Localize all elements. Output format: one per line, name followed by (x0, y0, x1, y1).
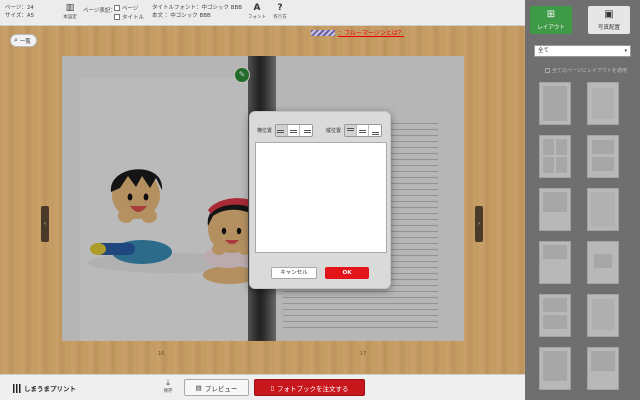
full-margin-note: ：フルーマージンとは？ (311, 28, 404, 37)
order-icon: ▯ (270, 383, 275, 392)
align-bottom-icon (371, 131, 379, 134)
save-icon: ⤓ (166, 378, 170, 387)
bottom-bar: しまうまプリント ⤓ 保存 ▤ プレビュー ▯ フォトブックを注文する (0, 374, 525, 400)
left-page-number: 16 (158, 351, 165, 357)
photo-icon: ▣ (604, 9, 614, 20)
layout-thumbnail[interactable] (587, 135, 619, 178)
align-right-button[interactable] (300, 125, 312, 136)
layout-thumbnail[interactable] (587, 82, 619, 125)
vertical-align-group (344, 124, 383, 137)
align-center-button[interactable] (288, 125, 301, 136)
save-button[interactable]: ⤓ 保存 (161, 378, 175, 394)
text-input-area[interactable] (255, 142, 387, 253)
align-right-icon (304, 129, 312, 132)
tab-photo-label: 写真配置 (597, 25, 620, 31)
book-settings-button[interactable]: ▥ 本設定 (59, 3, 81, 23)
search-back-icon: ⌕ (14, 36, 18, 44)
question-icon: ? (277, 3, 283, 13)
align-middle-button[interactable] (357, 125, 370, 136)
book-settings-label: 本設定 (63, 15, 77, 20)
preview-icon: ▤ (195, 383, 202, 392)
prev-page-button[interactable]: ‹ (41, 206, 49, 242)
layout-thumbnail[interactable] (539, 188, 571, 231)
checkbox-box[interactable] (114, 14, 120, 20)
layout-thumbnail[interactable] (539, 294, 571, 337)
font-icon: A (253, 3, 261, 13)
preview-label: プレビュー (204, 384, 238, 393)
book-size: サイズ：A5 (5, 13, 35, 19)
align-bottom-button[interactable] (369, 125, 381, 136)
order-label: フォトブックを注文する (277, 384, 349, 393)
cancel-button[interactable]: キャンセル (271, 267, 317, 279)
back-to-list-label: 一覧 (19, 38, 31, 45)
layout-thumbnail[interactable] (539, 241, 571, 284)
help-button[interactable]: ? 作り方 (269, 3, 291, 23)
help-button-label: 作り方 (273, 15, 287, 20)
tab-photo-placement[interactable]: ▣ 写真配置 (588, 6, 630, 34)
align-top-button[interactable] (345, 125, 358, 136)
font-button-label: フォント (248, 15, 266, 20)
vertical-align-label: 縦位置 (326, 128, 342, 134)
layout-thumbnail[interactable] (539, 82, 571, 125)
brand-name: しまうまプリント (24, 385, 76, 393)
margin-pattern-swatch (311, 29, 335, 36)
layout-filter-select[interactable]: 全て ▾ (534, 45, 631, 57)
brand-mark-icon (13, 383, 21, 393)
chevron-down-icon: ▾ (624, 48, 627, 54)
full-margin-help-link[interactable]: ：フルーマージンとは？ (338, 28, 404, 37)
next-page-button[interactable]: › (475, 206, 483, 242)
layout-thumbnail[interactable] (587, 188, 619, 231)
title-checkbox-label: タイトル (122, 15, 145, 21)
body-font: 本文 ：中ゴシック BBB (152, 13, 211, 19)
save-label: 保存 (163, 389, 173, 394)
horizontal-align-label: 横位置 (257, 128, 273, 134)
text-edit-dialog: 横位置 縦位置 キャンセル OK (249, 111, 391, 289)
vertical-align-row: 縦位置 (326, 124, 383, 137)
brand-logo: しまうまプリント (13, 383, 76, 393)
apply-all-pages-label: 全てのページにレイアウトを適用 (552, 68, 627, 74)
order-photobook-button[interactable]: ▯ フォトブックを注文する (254, 379, 365, 396)
apply-all-pages-checkbox[interactable]: 全てのページにレイアウトを適用 (545, 67, 627, 74)
right-page-number: 17 (360, 351, 367, 357)
align-center-icon (290, 129, 298, 132)
page-number-checkbox-label: ページ (122, 6, 139, 12)
layout-grid-icon: ⊞ (546, 9, 556, 20)
align-left-button[interactable] (276, 125, 289, 136)
align-top-icon (347, 127, 355, 130)
ok-button[interactable]: OK (325, 267, 369, 279)
align-left-icon (276, 129, 284, 132)
layout-filter-value: 全て (538, 48, 550, 54)
align-middle-icon (359, 129, 367, 132)
font-info: タイトルフォント：中ゴシック BBB 本文 ：中ゴシック BBB (152, 4, 242, 20)
font-button[interactable]: A フォント (246, 3, 268, 23)
layout-thumbnail[interactable] (587, 294, 619, 337)
horizontal-align-row: 横位置 (257, 124, 314, 137)
layout-thumbnail[interactable] (539, 347, 571, 390)
back-to-list-button[interactable]: ⌕ 一覧 (10, 34, 37, 47)
layout-sidebar: ⊞ レイアウト ▣ 写真配置 全て ▾ 全てのページにレイアウトを適用 (525, 0, 640, 400)
tab-layout[interactable]: ⊞ レイアウト (530, 6, 572, 34)
top-toolbar: ページ：24 サイズ：A5 ▥ 本設定 ページ表記： ページ タイトル タイトル… (0, 0, 525, 26)
book-icon: ▥ (65, 3, 75, 13)
layout-thumbnail[interactable] (587, 241, 619, 284)
tab-layout-label: レイアウト (537, 25, 565, 31)
preview-button[interactable]: ▤ プレビュー (184, 379, 249, 396)
title-checkbox[interactable]: タイトル (114, 13, 144, 21)
checkbox-box[interactable] (545, 68, 550, 73)
book-info: ページ：24 サイズ：A5 (5, 4, 34, 20)
layout-thumbnail[interactable] (587, 347, 619, 390)
layout-thumbnail[interactable] (539, 135, 571, 178)
title-font: タイトルフォント：中ゴシック BBB (152, 5, 243, 11)
page-count: ページ：24 (5, 5, 34, 11)
page-display-label: ページ表記： (83, 8, 116, 14)
horizontal-align-group (275, 124, 314, 137)
page-number-checkbox[interactable]: ページ (114, 4, 138, 12)
checkbox-box[interactable] (114, 5, 120, 11)
